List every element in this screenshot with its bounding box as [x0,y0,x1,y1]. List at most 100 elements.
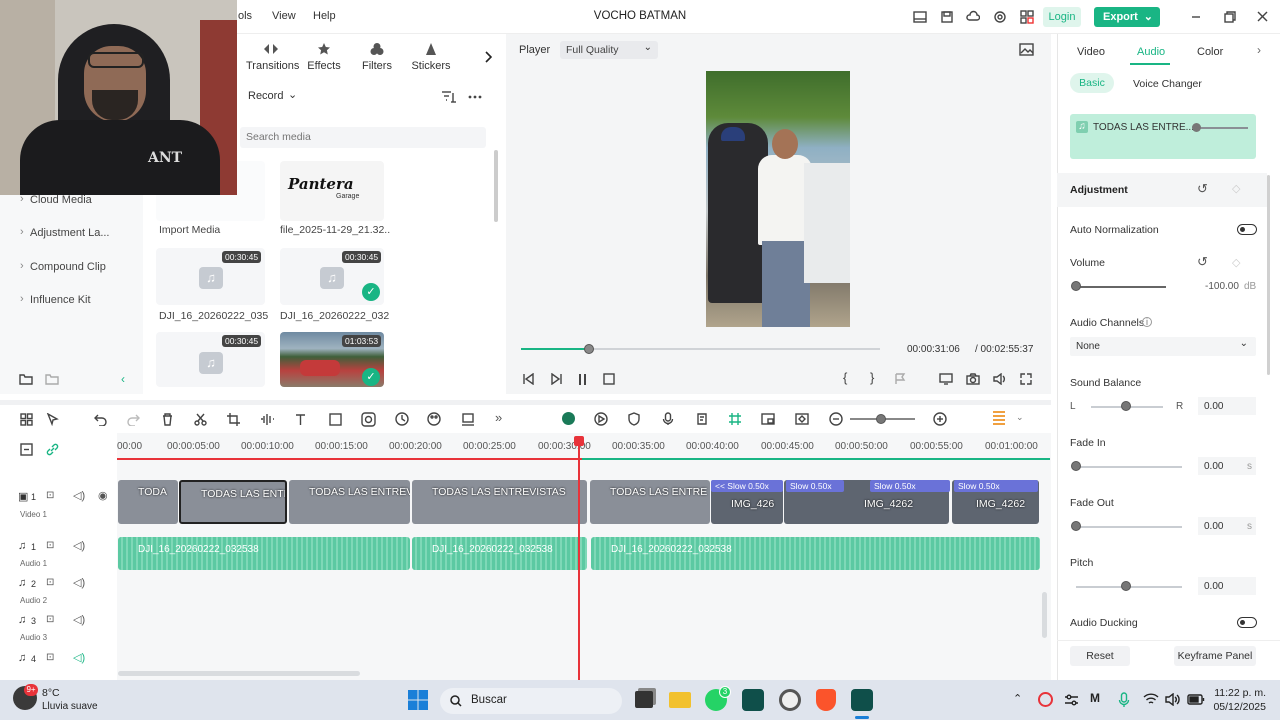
menu-view[interactable]: View [272,10,296,22]
chevron-up-icon[interactable]: ⌃ [1013,692,1022,705]
pause-icon[interactable] [578,374,588,385]
audio-meter-icon[interactable] [993,411,1005,427]
chevron-right-icon[interactable]: › [1257,43,1261,57]
volume-slider-track[interactable] [1076,286,1166,288]
crop-icon[interactable] [227,413,240,426]
fade-in-slider-knob[interactable] [1071,461,1081,471]
media-scrollbar[interactable] [494,150,498,222]
clip-volume-track[interactable] [1196,127,1248,129]
microphone-icon[interactable] [662,412,674,426]
mark-in-icon[interactable]: { [843,370,847,385]
tab-color[interactable]: Color [1197,46,1223,58]
media-thumb-logo[interactable]: Pantera Garage [280,161,384,221]
search-media-input[interactable] [246,131,476,143]
clock-date[interactable]: 05/12/2025 [1212,701,1266,713]
task-view-icon[interactable] [635,691,653,708]
export-button[interactable]: Export ⌄ [1094,7,1160,27]
clock-time[interactable]: 11:22 p. m. [1214,687,1266,699]
tray-app-icon[interactable] [1038,692,1053,707]
preview-video-frame[interactable] [706,71,850,327]
windows-start-icon[interactable] [408,690,428,710]
display-icon[interactable] [939,373,953,385]
balance-slider-knob[interactable] [1121,401,1131,411]
shield-icon[interactable] [628,412,640,426]
lock-icon[interactable]: ⊡ [46,540,54,551]
taskbar-search[interactable]: Buscar [440,688,622,714]
sidebar-item-adjustment-layer[interactable]: Adjustment La... [20,226,109,239]
zoom-out-icon[interactable] [829,412,843,426]
mask-icon[interactable] [361,412,376,427]
new-folder-icon[interactable] [19,373,33,385]
save-icon[interactable] [940,10,954,24]
mute-icon[interactable]: ◁) [73,613,85,626]
stop-icon[interactable] [603,373,615,385]
restore-icon[interactable] [1224,11,1236,23]
tab-video[interactable]: Video [1077,46,1105,58]
redo-icon[interactable] [127,413,140,426]
keyframe-icon[interactable] [795,412,809,426]
volume-value[interactable]: -100.00 [1205,281,1239,292]
mute-icon[interactable]: ◁) [73,651,85,664]
apps-grid-icon[interactable] [1020,10,1034,24]
reset-button[interactable]: Reset [1070,646,1130,666]
video-clip[interactable]: TODA [118,480,178,524]
sidebar-item-cloud-media[interactable]: Cloud Media [20,193,92,206]
pip-icon[interactable] [761,412,775,426]
video-clip[interactable]: TODAS LAS ENTRE [590,480,710,524]
audio-clip[interactable]: DJI_16_20260222_032538 [412,537,587,570]
play-icon[interactable] [550,373,563,385]
volume-icon[interactable] [993,373,1007,385]
zoom-slider-knob[interactable] [876,414,886,424]
keyframe-panel-button[interactable]: Keyframe Panel [1174,646,1256,666]
folder-icon[interactable] [45,373,59,385]
subtab-basic[interactable]: Basic [1070,73,1114,93]
mark-out-icon[interactable]: } [870,370,874,385]
audio-clip[interactable]: DJI_16_20260222_032538 [118,537,410,570]
zoom-in-icon[interactable] [933,412,947,426]
auto-normalization-toggle[interactable] [1237,224,1257,235]
filter-list-icon[interactable] [441,90,457,104]
filmora-active-icon[interactable] [851,689,873,711]
battery-icon[interactable] [1187,693,1205,706]
pitch-slider-knob[interactable] [1121,581,1131,591]
file-explorer-icon[interactable] [669,692,691,708]
fullscreen-icon[interactable] [1020,373,1032,385]
menu-tools[interactable]: ols [238,10,252,22]
audio-stretch-icon[interactable] [260,413,275,426]
browser-icon[interactable] [779,689,801,711]
fade-out-slider-knob[interactable] [1071,521,1081,531]
fade-out-slider-track[interactable] [1076,526,1182,528]
audio-clip-card[interactable]: ♫ TODAS LAS ENTRE... [1070,114,1256,159]
undo-icon[interactable] [94,413,107,426]
chevron-down-icon[interactable]: ⌄ [1016,412,1024,423]
filmora-icon[interactable] [742,689,764,711]
layout-icon[interactable] [913,10,927,24]
video-clip-selected[interactable]: TODAS LAS ENTRE [179,480,287,524]
keyframe-icon[interactable]: ◇ [1232,256,1240,269]
mail-icon[interactable]: M [1090,691,1100,705]
snapshot-image-icon[interactable] [1019,43,1034,56]
minimize-icon[interactable] [1191,12,1201,22]
support-icon[interactable] [993,10,1007,24]
link-icon[interactable] [46,443,59,456]
tab-stickers[interactable]: Stickers [406,42,456,72]
sidebar-item-influence-kit[interactable]: Influence Kit [20,293,90,306]
text-icon[interactable] [295,413,308,426]
record-dropdown[interactable]: Record ⌄ [237,89,305,105]
subtab-voice-changer[interactable]: Voice Changer [1133,78,1202,90]
microphone-icon[interactable] [1118,692,1130,708]
cloud-icon[interactable] [966,10,980,24]
video-clip[interactable]: TODAS LAS ENTREVISTAS [412,480,587,524]
quality-dropdown[interactable]: Full Quality ⌄ [560,41,658,59]
close-icon[interactable] [1257,11,1268,22]
select-tool-icon[interactable] [46,413,59,426]
settings-sliders-icon[interactable] [1064,693,1079,707]
volume-slider-knob[interactable] [1071,281,1081,291]
video-clip[interactable]: TODAS LAS ENTREVI [289,480,410,524]
tab-filters[interactable]: Filters [352,42,402,72]
timeline-h-scrollbar[interactable] [118,671,360,676]
speaker-icon[interactable] [1165,693,1181,706]
tab-audio[interactable]: Audio [1137,46,1165,58]
more-options-icon[interactable] [468,95,482,99]
clip-volume-knob[interactable] [1192,123,1201,132]
